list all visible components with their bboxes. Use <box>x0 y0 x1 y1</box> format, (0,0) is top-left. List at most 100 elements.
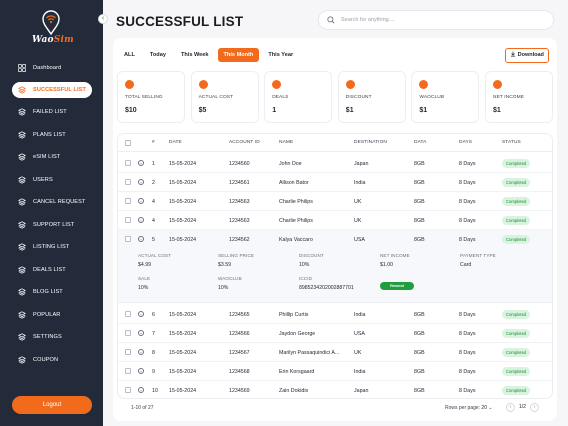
table-row[interactable]: +4 15-05-2024 1234563 Charlie Philips UK 8GB 8… <box>118 192 552 211</box>
table-row[interactable]: +4 15-05-2024 1234563 Charlie Philips UK 8GB 8… <box>118 211 552 230</box>
content-card: ALL Today This Week This Month This Year Dow… <box>113 38 557 421</box>
cell-days: 8 Days <box>459 237 476 243</box>
brand-logo[interactable]: WaoSim <box>0 8 103 48</box>
table-row[interactable]: − 5 15-05-2024 1234562 Kalya Vaccaro USA 8GB 8 … <box>118 230 552 249</box>
download-button[interactable]: Download <box>505 48 549 63</box>
row-checkbox[interactable] <box>125 179 131 185</box>
column-header[interactable]: NAME <box>279 140 293 145</box>
column-header[interactable]: STATUS <box>502 140 521 145</box>
filter-tab-today[interactable]: Today <box>144 48 172 62</box>
row-checkbox[interactable] <box>125 387 131 393</box>
sidebar-item-label: SUCCESSFUL LIST <box>33 87 86 93</box>
pagination: ‹ 1/2 › <box>506 402 539 412</box>
expand-icon[interactable]: + <box>138 217 144 223</box>
expand-icon[interactable]: + <box>138 368 144 374</box>
rows-per-page-select[interactable]: 20 <box>481 405 487 411</box>
sidebar-item-support-list[interactable]: SUPPORT LIST <box>12 217 92 233</box>
cell-name: Charlie Philips <box>279 199 313 205</box>
expand-icon[interactable]: + <box>138 330 144 336</box>
sidebar-item-deals-list[interactable]: DEALS LIST <box>12 262 92 278</box>
date-filter-tabs: ALL Today This Week This Month This Year <box>118 48 302 62</box>
sidebar-item-users[interactable]: USERS <box>12 172 92 188</box>
sidebar-item-successful-list[interactable]: SUCCESSFUL LIST <box>12 82 92 98</box>
select-all-checkbox[interactable] <box>125 140 131 146</box>
sidebar-item-coupon[interactable]: COUPON <box>12 352 92 368</box>
table-row[interactable]: +10 15-05-2024 1234569 Zain Dokidis Japan 8GB… <box>118 381 552 398</box>
cell-account: 1234566 <box>229 331 250 337</box>
table-row[interactable]: +2 15-05-2024 1234561 Allison Bator India 8GB… <box>118 173 552 192</box>
next-page-button[interactable]: › <box>529 402 539 412</box>
club-icon <box>419 80 429 89</box>
row-detail-panel: ACTUAL COST $4.99 SELLING PRICE $3.59 DI… <box>118 248 552 303</box>
row-checkbox[interactable] <box>125 217 131 223</box>
column-header[interactable]: ACCOUNT ID <box>229 140 260 145</box>
row-checkbox[interactable] <box>125 311 131 317</box>
row-checkbox[interactable] <box>125 349 131 355</box>
expand-icon[interactable]: + <box>138 160 144 166</box>
filter-tab-this-month[interactable]: This Month <box>217 48 260 62</box>
expand-icon[interactable]: + <box>138 311 144 317</box>
column-header[interactable]: DAYS <box>459 140 472 145</box>
detail-sale: 10% <box>138 285 149 291</box>
row-checkbox[interactable] <box>125 160 131 166</box>
row-checkbox[interactable] <box>125 368 131 374</box>
sidebar-item-settings[interactable]: SETTINGS <box>12 329 92 345</box>
prev-page-button[interactable]: ‹ <box>506 402 515 412</box>
cell-data: 8GB <box>414 331 425 337</box>
layers-icon <box>18 333 26 341</box>
table-row[interactable]: +6 15-05-2024 1234565 Phillip Curtis India 8G… <box>118 305 552 324</box>
sidebar-item-plans-list[interactable]: PLANS LIST <box>12 127 92 143</box>
status-badge: Completed <box>502 178 531 187</box>
row-checkbox[interactable] <box>125 330 131 336</box>
table-row[interactable]: +9 15-05-2024 1234568 Erin Korsgaard India 8G… <box>118 362 552 381</box>
detail-actual-cost: $4.99 <box>138 262 151 268</box>
expand-icon[interactable]: + <box>138 198 144 204</box>
filter-tab-all[interactable]: ALL <box>118 48 141 62</box>
column-header[interactable]: DATA <box>414 140 426 145</box>
expand-icon[interactable]: + <box>138 387 144 393</box>
sidebar-item-esim-list[interactable]: eSIM LIST <box>12 149 92 165</box>
cell-days: 8 Days <box>459 369 476 375</box>
cell-num: 9 <box>152 369 155 375</box>
column-header[interactable]: DESTINATION <box>354 140 387 145</box>
search-bar[interactable]: Search for anything.... <box>318 10 554 30</box>
cell-name: Charlie Philips <box>279 218 313 224</box>
stat-label: DEALS <box>272 95 289 100</box>
table-row[interactable]: +1 15-05-2024 1234560 John Doe Japan 8GB 8 Day… <box>118 154 552 173</box>
filter-tab-this-week[interactable]: This Week <box>175 48 215 62</box>
sidebar-item-listing-list[interactable]: LISTING LIST <box>12 239 92 255</box>
rows-per-page[interactable]: Rows per page: 20 ⌄ <box>445 405 493 411</box>
cell-date: 15-05-2024 <box>169 218 197 224</box>
chevron-left-icon[interactable]: ‹ <box>98 14 108 24</box>
sidebar-item-dashboard[interactable]: Dashboard <box>12 60 92 76</box>
cell-dest: India <box>354 312 366 318</box>
sidebar-item-label: eSIM LIST <box>33 154 61 160</box>
table-row[interactable]: +7 15-05-2024 1234566 Jaydon George USA 8GB 8 … <box>118 324 552 343</box>
resend-button[interactable]: Resend <box>380 282 414 290</box>
sidebar-item-cancel-request[interactable]: CANCEL REQUEST <box>12 194 92 210</box>
expand-icon[interactable]: + <box>138 349 144 355</box>
cell-num: 4 <box>152 199 155 205</box>
cell-dest: UK <box>354 218 362 224</box>
row-checkbox[interactable] <box>125 236 131 242</box>
sidebar-item-failed-list[interactable]: FAILED LIST <box>12 104 92 120</box>
table-row[interactable]: +8 15-05-2024 1234567 Marilyn Passaquindici… <box>118 343 552 362</box>
search-input[interactable]: Search for anything.... <box>341 17 395 23</box>
logout-button[interactable]: Logout <box>12 396 92 414</box>
cell-dest: Japan <box>354 388 369 394</box>
sidebar-item-popular[interactable]: POPULAR <box>12 307 92 323</box>
stat-label: DISCOUNT <box>345 95 372 100</box>
detail-selling-price: $3.59 <box>218 262 231 268</box>
cell-days: 8 Days <box>459 161 476 167</box>
column-header[interactable]: # <box>152 140 155 145</box>
dollar-icon <box>125 80 134 89</box>
sidebar-item-label: SETTINGS <box>33 334 62 340</box>
column-header[interactable]: DATE <box>169 140 182 145</box>
expand-icon[interactable]: + <box>138 179 144 185</box>
row-checkbox[interactable] <box>125 198 131 204</box>
collapse-icon[interactable]: − <box>138 236 144 242</box>
filter-tab-this-year[interactable]: This Year <box>262 48 299 62</box>
stat-value: $1 <box>345 107 354 114</box>
sidebar-item-blog-list[interactable]: BLOG LIST <box>12 284 92 300</box>
layers-icon <box>18 198 26 206</box>
